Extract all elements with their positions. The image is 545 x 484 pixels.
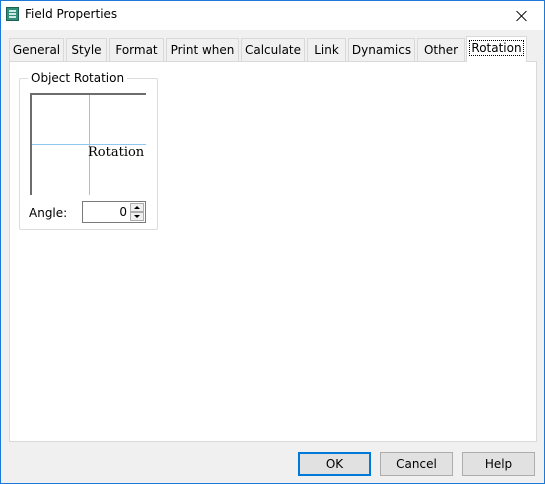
- tab-label: Calculate: [244, 43, 302, 57]
- rotation-tab-panel: Object Rotation Rotation Angle: 0: [9, 61, 537, 442]
- title-bar[interactable]: Field Properties: [1, 1, 544, 30]
- help-button[interactable]: Help: [462, 452, 535, 476]
- tab-label: Link: [314, 43, 339, 57]
- tab-other[interactable]: Other: [417, 38, 465, 62]
- tab-label: General: [12, 43, 61, 57]
- spin-down-icon[interactable]: [130, 212, 144, 221]
- group-label: Object Rotation: [28, 72, 128, 84]
- tab-label: Format: [115, 43, 158, 57]
- tab-label: Print when: [170, 43, 235, 57]
- tab-dynamics[interactable]: Dynamics: [348, 38, 415, 62]
- tab-label: Rotation: [469, 40, 524, 56]
- object-rotation-group: Object Rotation Rotation Angle: 0: [19, 72, 158, 230]
- tab-rotation[interactable]: Rotation: [466, 36, 527, 62]
- field-properties-dialog: Field Properties General Style Format Pr…: [0, 0, 545, 484]
- tab-format[interactable]: Format: [109, 38, 164, 62]
- cancel-button[interactable]: Cancel: [380, 452, 453, 476]
- window-title: Field Properties: [25, 7, 118, 21]
- angle-input[interactable]: 0: [119, 205, 127, 219]
- angle-label: Angle:: [29, 206, 68, 220]
- ok-button[interactable]: OK: [298, 452, 371, 476]
- preview-text: Rotation: [88, 145, 145, 160]
- tab-general[interactable]: General: [9, 38, 64, 62]
- tab-label: Style: [71, 43, 102, 57]
- tab-link[interactable]: Link: [307, 38, 346, 62]
- tab-label: Dynamics: [351, 43, 412, 57]
- tab-style[interactable]: Style: [66, 38, 107, 62]
- rotation-preview: Rotation: [30, 93, 146, 195]
- tab-calculate[interactable]: Calculate: [241, 38, 305, 62]
- close-icon[interactable]: [499, 1, 544, 30]
- tab-print-when[interactable]: Print when: [166, 38, 239, 62]
- angle-spinner[interactable]: 0: [82, 201, 146, 223]
- spin-up-icon[interactable]: [130, 203, 144, 212]
- app-icon: [6, 7, 19, 21]
- tab-label: Other: [423, 43, 459, 57]
